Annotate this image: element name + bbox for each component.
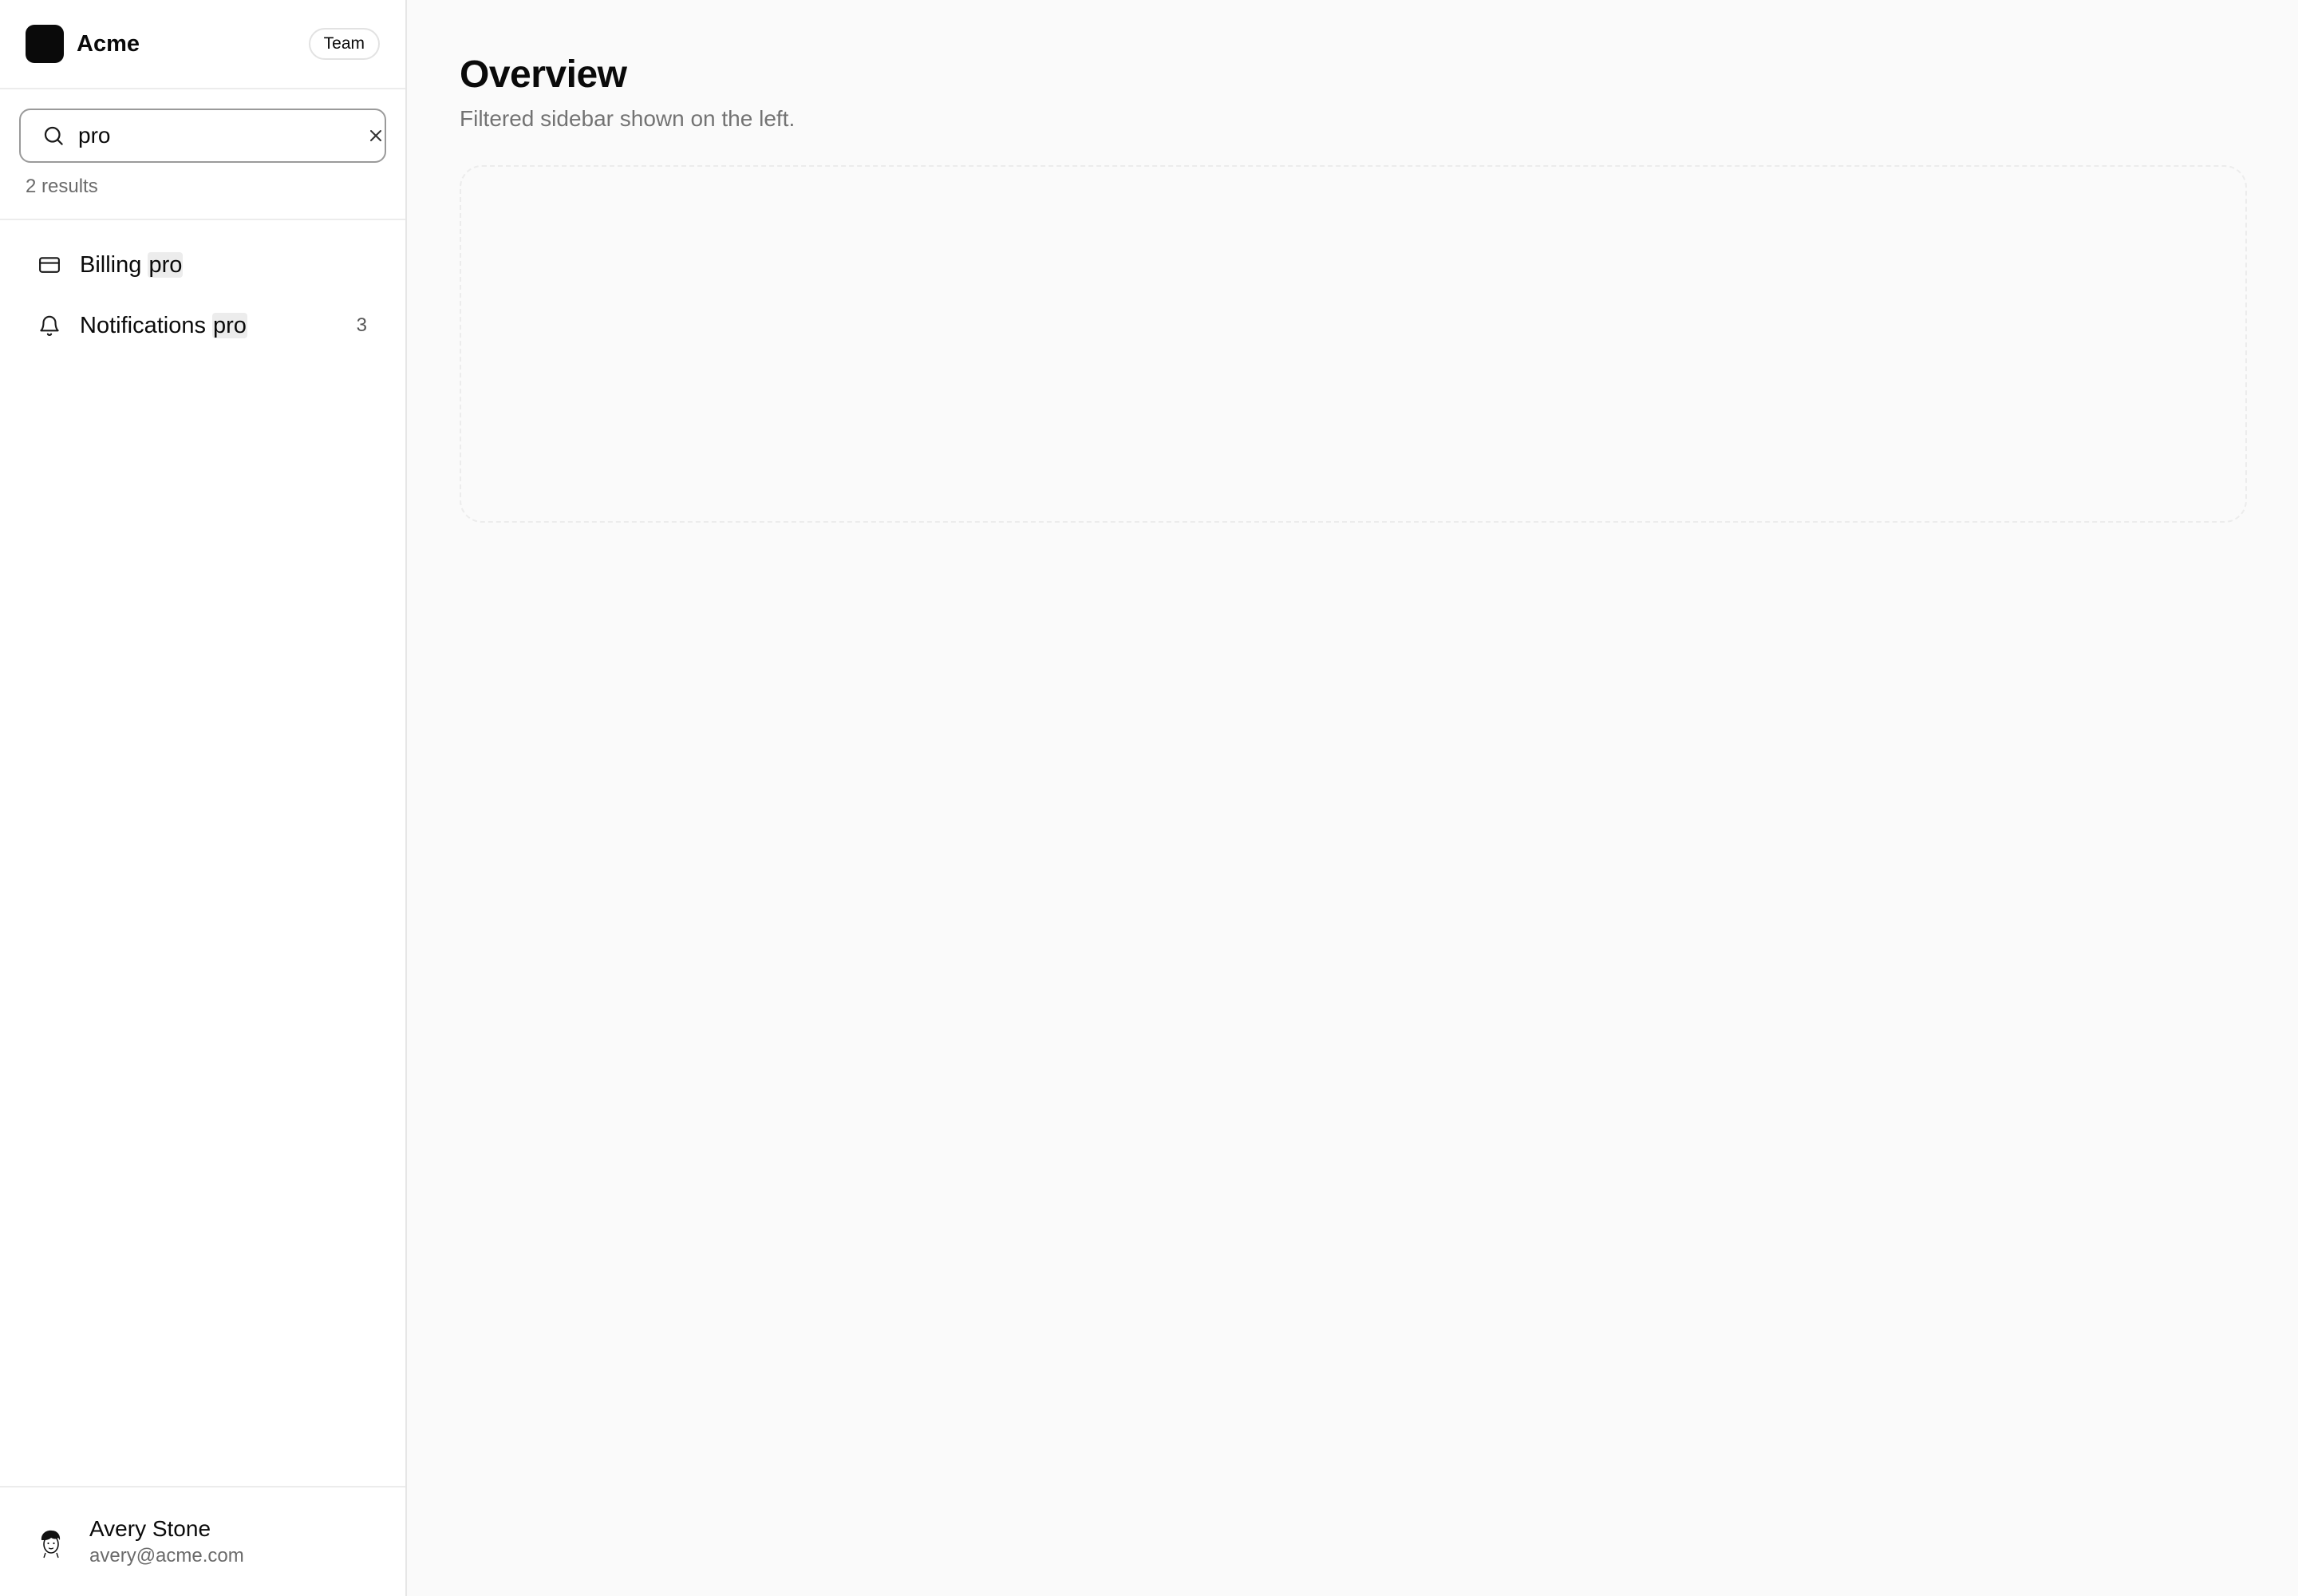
search-result-count: 2 results — [26, 176, 98, 197]
label-text: Notifications — [80, 312, 213, 338]
content-placeholder — [460, 165, 2247, 523]
search-box[interactable] — [19, 109, 386, 163]
search-icon — [41, 124, 65, 148]
search-match-highlight: pro — [148, 251, 184, 278]
sidebar-item-label: Billing pro — [80, 251, 184, 279]
sidebar-nav: Billing pro Notifications pro 3 — [0, 220, 405, 1486]
main-content: Overview Filtered sidebar shown on the l… — [407, 0, 2298, 1596]
brand-name: Acme — [77, 30, 140, 57]
page-subtitle: Filtered sidebar shown on the left. — [460, 106, 796, 131]
credit-card-icon — [37, 252, 62, 278]
user-email: avery@acme.com — [89, 1545, 244, 1566]
plan-badge: Team — [308, 28, 380, 60]
user-profile[interactable]: Avery Stone avery@acme.com — [0, 1486, 405, 1596]
notification-count: 3 — [356, 314, 367, 336]
search-input[interactable] — [78, 123, 366, 148]
search-section: 2 results — [0, 89, 405, 220]
brand-logo — [26, 25, 64, 63]
sidebar-item-notifications[interactable]: Notifications pro 3 — [19, 297, 386, 354]
clear-search-icon[interactable] — [366, 126, 385, 145]
sidebar-item-billing[interactable]: Billing pro — [19, 236, 386, 294]
app-shell: Acme Team 2 results — [0, 0, 2298, 1596]
sidebar-header: Acme Team — [0, 0, 405, 89]
sidebar: Acme Team 2 results — [0, 0, 407, 1596]
avatar — [32, 1523, 70, 1561]
user-name: Avery Stone — [89, 1516, 211, 1541]
label-text: Billing — [80, 251, 148, 278]
bell-icon — [37, 313, 62, 338]
search-match-highlight: pro — [212, 312, 247, 338]
page-title: Overview — [460, 53, 627, 96]
sidebar-item-label: Notifications pro — [80, 312, 247, 339]
